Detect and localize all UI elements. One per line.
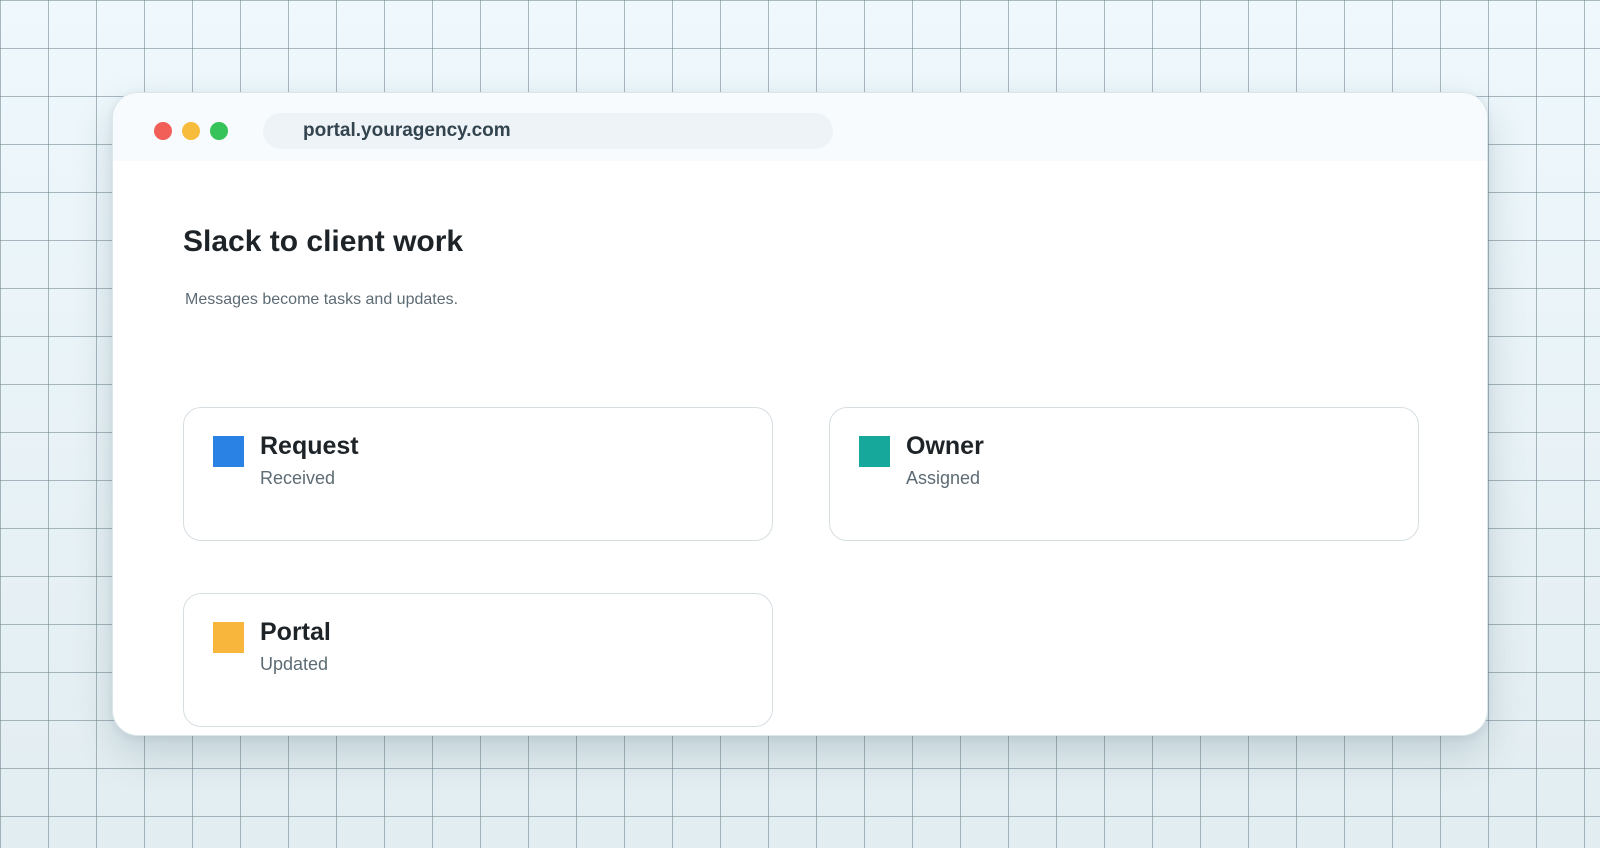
card-status: Updated (260, 654, 329, 674)
card-title: Owner (906, 432, 984, 460)
address-bar[interactable]: portal.youragency.com (263, 113, 833, 149)
card-status: Assigned (906, 468, 981, 488)
card-title: Portal (260, 618, 331, 646)
minimize-window-button[interactable] (182, 122, 200, 140)
browser-window: portal.youragency.com Slack to client wo… (112, 92, 1488, 736)
page-content: Slack to client work Messages become tas… (113, 161, 1487, 735)
portal-color-square-icon (213, 622, 244, 653)
card-status: Received (260, 468, 336, 488)
maximize-window-button[interactable] (210, 122, 228, 140)
page-subtitle: Messages become tasks and updates. (185, 291, 459, 308)
browser-titlebar: portal.youragency.com (113, 93, 1487, 161)
card-request[interactable]: Request Received (183, 407, 773, 541)
card-owner[interactable]: Owner Assigned (829, 407, 1419, 541)
request-color-square-icon (213, 436, 244, 467)
page-title: Slack to client work (183, 225, 464, 258)
close-window-button[interactable] (154, 122, 172, 140)
card-portal[interactable]: Portal Updated (183, 593, 773, 727)
address-bar-url: portal.youragency.com (303, 120, 511, 141)
owner-color-square-icon (859, 436, 890, 467)
card-title: Request (260, 432, 359, 460)
